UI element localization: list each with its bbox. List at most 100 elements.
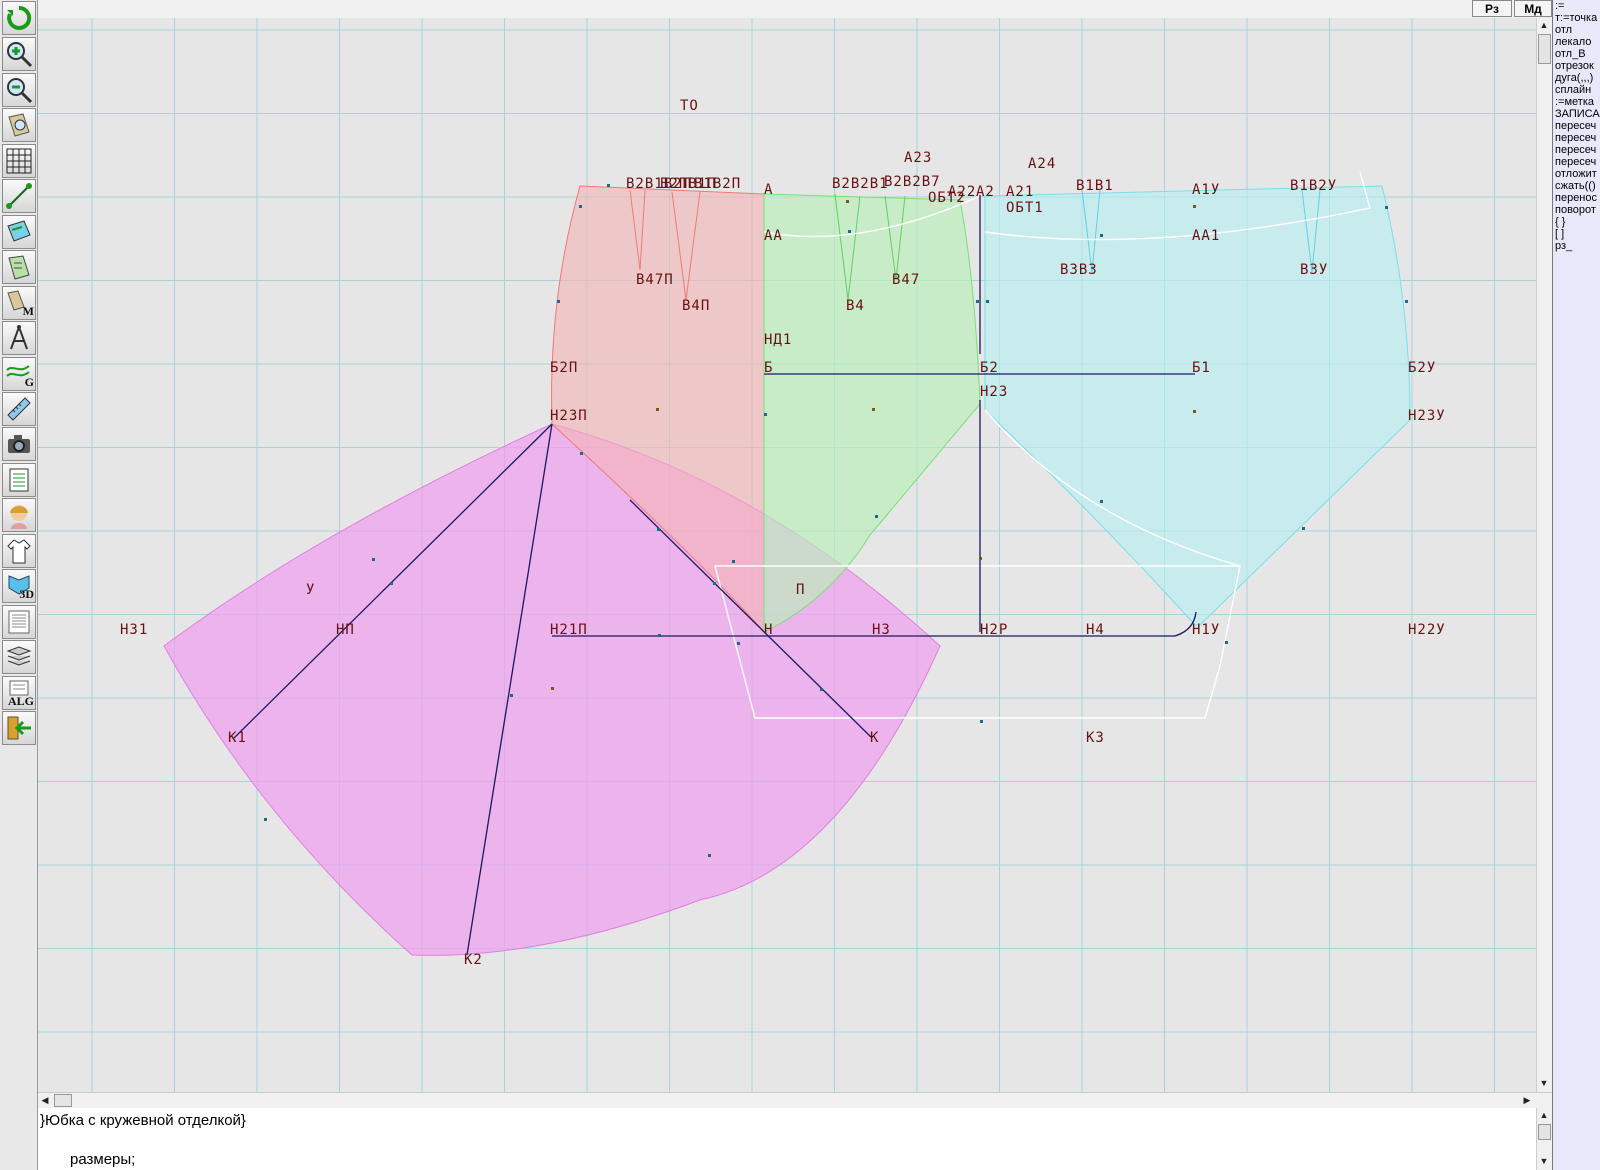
point-label[interactable]: Б1 [1192, 360, 1211, 376]
point-label[interactable]: В2В2В1 [832, 176, 889, 192]
point-label[interactable]: НП [336, 622, 355, 638]
command-item[interactable]: перенос [1553, 192, 1600, 204]
point-label[interactable]: АА1 [1192, 228, 1220, 244]
zoom-out-button[interactable] [2, 73, 36, 107]
point-label[interactable]: К2 [464, 952, 483, 968]
point-label[interactable]: Н31 [120, 622, 148, 638]
point-label[interactable]: У [306, 582, 315, 598]
point-label[interactable]: В2В2В7 [884, 174, 941, 190]
vertical-scroll-thumb[interactable] [1538, 34, 1551, 64]
editor-scroll-up-icon[interactable]: ▲ [1537, 1108, 1551, 1122]
command-item[interactable]: поворот [1553, 204, 1600, 216]
scroll-right-icon[interactable]: ▶ [1520, 1093, 1534, 1107]
point-label[interactable]: В3У [1300, 262, 1328, 278]
command-item[interactable]: лекало [1553, 36, 1600, 48]
grading-button[interactable]: G [2, 357, 36, 391]
command-item[interactable]: отрезок [1553, 60, 1600, 72]
command-item[interactable]: пересеч [1553, 132, 1600, 144]
point-label[interactable]: Б2 [980, 360, 999, 376]
command-item[interactable]: т:=точка [1553, 12, 1600, 24]
command-item[interactable]: := [1553, 0, 1600, 12]
point-label[interactable]: Н23У [1408, 408, 1446, 424]
horizontal-scroll-thumb[interactable] [54, 1094, 72, 1107]
editor-line-1[interactable]: }Юбка с кружевной отделкой} [40, 1112, 246, 1129]
back-panel[interactable] [984, 185, 1411, 626]
point-label[interactable]: Б [764, 360, 773, 376]
point-label[interactable]: В47П [636, 272, 674, 288]
drawing-canvas[interactable]: ТО В2В1В2П В2ПВ1П В1В2П А В2В2В1 В2В2В7 … [38, 18, 1536, 1092]
command-item[interactable]: дуга(,,,) [1553, 72, 1600, 84]
point-label[interactable]: Н23П [550, 408, 588, 424]
command-item[interactable]: :=метка [1553, 96, 1600, 108]
point-label[interactable]: А21 [1006, 184, 1034, 200]
command-item[interactable]: сплайн [1553, 84, 1600, 96]
point-label[interactable]: ОБТ2 [928, 190, 966, 206]
measurements-button[interactable]: M [2, 286, 36, 320]
pattern-piece-button[interactable] [2, 250, 36, 284]
pattern-zoom-button[interactable] [2, 108, 36, 142]
point-label[interactable]: В4П [682, 298, 710, 314]
layout-button[interactable] [2, 215, 36, 249]
point-label[interactable]: ОБТ1 [1006, 200, 1044, 216]
point-label[interactable]: Н4 [1086, 622, 1105, 638]
editor-scroll-thumb[interactable] [1538, 1124, 1551, 1140]
point-label[interactable]: Н23 [980, 384, 1008, 400]
point-label[interactable]: В47 [892, 272, 920, 288]
command-item[interactable]: пересеч [1553, 120, 1600, 132]
command-item[interactable]: пересеч [1553, 156, 1600, 168]
document-button[interactable] [2, 605, 36, 639]
command-item[interactable]: пересеч [1553, 144, 1600, 156]
command-item[interactable]: отл_В [1553, 48, 1600, 60]
grid-button[interactable] [2, 144, 36, 178]
point-label[interactable]: НД1 [764, 332, 792, 348]
editor-scrollbar[interactable]: ▲ ▼ [1536, 1108, 1552, 1170]
refresh-button[interactable] [2, 1, 36, 35]
command-item[interactable]: { } [1553, 216, 1600, 228]
model-3d-button[interactable]: 3D [2, 569, 36, 603]
scroll-left-icon[interactable]: ◀ [38, 1093, 52, 1107]
point-label[interactable]: К [870, 730, 879, 746]
scroll-up-icon[interactable]: ▲ [1537, 18, 1551, 32]
garment-button[interactable] [2, 534, 36, 568]
command-item[interactable]: отложит [1553, 168, 1600, 180]
horizontal-scrollbar[interactable]: ◀ ▶ [38, 1092, 1552, 1108]
point-label[interactable]: А1У [1192, 182, 1220, 198]
point-label[interactable]: В3В3 [1060, 262, 1098, 278]
exit-button[interactable] [2, 711, 36, 745]
point-label[interactable]: ТО [680, 98, 699, 114]
point-label[interactable]: А [764, 182, 773, 198]
sizes-button[interactable]: Рз [1472, 0, 1512, 17]
stack-button[interactable] [2, 640, 36, 674]
point-label[interactable]: В4 [846, 298, 865, 314]
point-label[interactable]: Б2П [550, 360, 578, 376]
point-label[interactable]: АА [764, 228, 783, 244]
point-label[interactable]: В1В2П [694, 176, 741, 192]
point-label[interactable]: А24 [1028, 156, 1056, 172]
command-item[interactable]: рз_ [1553, 240, 1600, 252]
table-button[interactable] [2, 463, 36, 497]
point-label[interactable]: Б2У [1408, 360, 1436, 376]
compass-button[interactable] [2, 321, 36, 355]
avatar-button[interactable] [2, 498, 36, 532]
ruler-button[interactable] [2, 392, 36, 426]
point-label[interactable]: К1 [228, 730, 247, 746]
editor-scroll-down-icon[interactable]: ▼ [1537, 1154, 1551, 1168]
command-item[interactable]: [ ] [1553, 228, 1600, 240]
script-editor[interactable]: }Юбка с кружевной отделкой} размеры; [38, 1108, 1536, 1170]
editor-line-2[interactable]: размеры; [70, 1151, 135, 1168]
algorithm-button[interactable]: ALG [2, 676, 36, 710]
point-label[interactable]: А23 [904, 150, 932, 166]
point-label[interactable]: Н1У [1192, 622, 1220, 638]
scroll-down-icon[interactable]: ▼ [1537, 1076, 1551, 1090]
camera-button[interactable] [2, 427, 36, 461]
point-label[interactable]: Н2Р [980, 622, 1008, 638]
zoom-in-button[interactable] [2, 37, 36, 71]
point-label[interactable]: К3 [1086, 730, 1105, 746]
point-label[interactable]: П [796, 582, 805, 598]
command-item[interactable]: сжать(() [1553, 180, 1600, 192]
line-tool-button[interactable] [2, 179, 36, 213]
vertical-scrollbar[interactable]: ▲ ▼ [1536, 18, 1552, 1092]
point-label[interactable]: Н [764, 622, 773, 638]
point-label[interactable]: Н22У [1408, 622, 1446, 638]
point-label[interactable]: Н21П [550, 622, 588, 638]
